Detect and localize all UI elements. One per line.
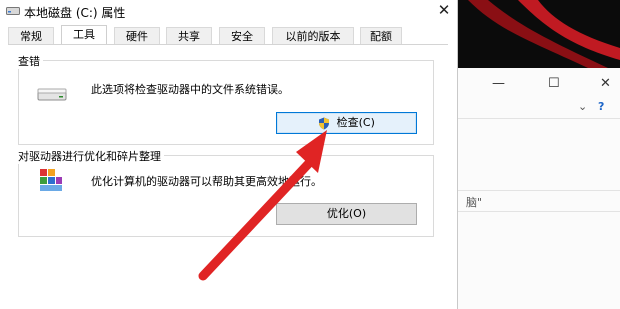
tab-general[interactable]: 常规 — [8, 27, 54, 45]
explorer-partial-text: 脑" — [466, 196, 483, 209]
optimize-button[interactable]: 优化(O) — [276, 203, 417, 225]
tab-sharing[interactable]: 共享 — [166, 27, 212, 45]
drive-icon — [6, 7, 20, 15]
tab-previous-versions[interactable]: 以前的版本 — [272, 27, 354, 45]
red-streak-image — [468, 0, 620, 68]
uac-shield-icon — [319, 117, 330, 129]
tab-strip: 常规 工具 硬件 共享 安全 以前的版本 配额 — [8, 25, 448, 46]
explorer-ribbon-row: ? ⌄ — [458, 98, 620, 119]
tab-security[interactable]: 安全 — [219, 27, 265, 45]
background-dark-image — [458, 0, 620, 68]
help-icon[interactable]: ? — [598, 100, 604, 113]
optimize-title: 对驱动器进行优化和碎片整理 — [15, 148, 164, 164]
explorer-address-row: 脑" — [458, 190, 620, 212]
check-button[interactable]: 检查(C) — [276, 112, 417, 134]
title-bar: 本地磁盘 (C:) 属性 ✕ — [0, 0, 457, 22]
hard-drive-icon — [37, 88, 67, 101]
error-checking-title: 查错 — [15, 53, 43, 69]
optimize-group: 对驱动器进行优化和碎片整理 优化计算机的驱动器可以帮助其更高效地运行。 优化(O… — [15, 148, 434, 237]
maximize-button[interactable]: ☐ — [548, 76, 560, 91]
tools-tab-content: 查错 此选项将检查驱动器中的文件系统错误。 检查(C) 对驱动器进行优化和碎片整… — [8, 45, 448, 309]
error-checking-description: 此选项将检查驱动器中的文件系统错误。 — [91, 83, 289, 96]
close-button[interactable]: ✕ — [434, 0, 454, 20]
optimize-description: 优化计算机的驱动器可以帮助其更高效地运行。 — [91, 175, 322, 188]
error-checking-group: 查错 此选项将检查驱动器中的文件系统错误。 检查(C) — [15, 53, 434, 145]
window-close-button[interactable]: ✕ — [600, 76, 611, 91]
chevron-down-icon[interactable]: ⌄ — [578, 100, 587, 113]
optimize-button-label: 优化(O) — [326, 207, 367, 220]
dialog-title: 本地磁盘 (C:) 属性 — [24, 6, 126, 20]
minimize-button[interactable]: — — [492, 76, 505, 91]
tab-hardware[interactable]: 硬件 — [114, 27, 160, 45]
properties-dialog: 本地磁盘 (C:) 属性 ✕ 常规 工具 硬件 共享 安全 以前的版本 配额 查… — [0, 0, 458, 309]
tab-quota[interactable]: 配额 — [360, 27, 402, 45]
check-button-label: 检查(C) — [336, 116, 375, 129]
tab-tools[interactable]: 工具 — [61, 25, 107, 46]
defrag-icon — [40, 169, 62, 191]
